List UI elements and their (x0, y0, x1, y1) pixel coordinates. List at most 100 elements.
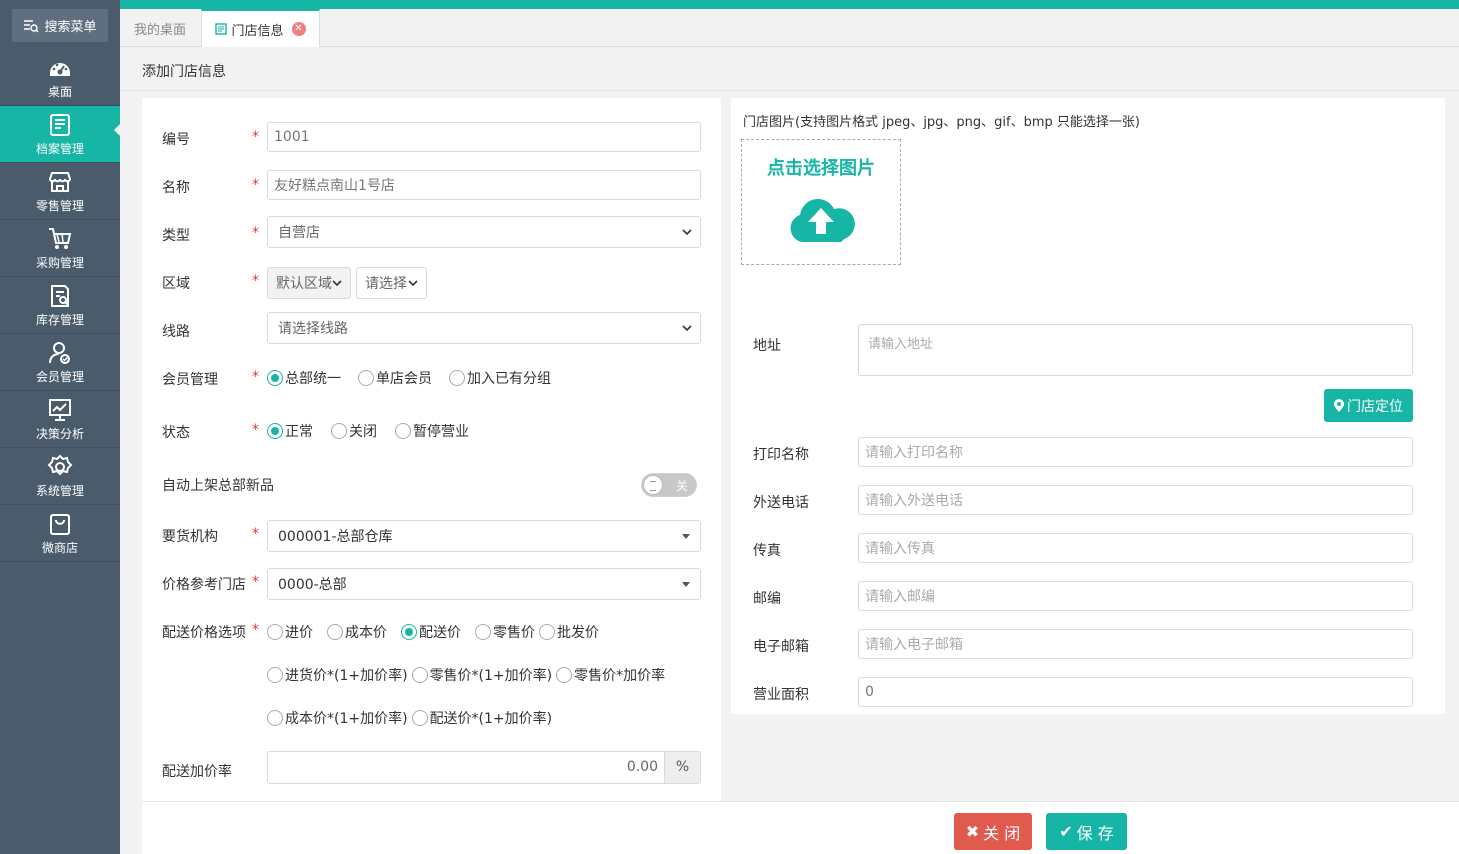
status-option-normal[interactable]: 正常 (267, 421, 313, 441)
postcode-label: 邮编 (753, 591, 781, 607)
sidebar-item-label: 决策分析 (35, 427, 84, 441)
postcode-input[interactable]: 请输入邮编 (858, 581, 1413, 611)
required-mark: * (252, 129, 259, 145)
supply-org-select[interactable]: 000001-总部仓库 (267, 520, 701, 552)
price-option-wholesale[interactable]: 批发价 (539, 622, 599, 642)
sidebar-item-inventory[interactable]: 库存管理 (0, 277, 120, 334)
fax-input[interactable]: 请输入传真 (858, 533, 1413, 563)
close-button[interactable]: ✖ 关 闭 (954, 813, 1032, 850)
auto-list-label: 自动上架总部新品 (162, 478, 274, 494)
cart-icon (49, 228, 72, 249)
required-mark: * (252, 369, 259, 385)
tab-store-info[interactable]: 门店信息 ✕ (201, 9, 320, 47)
required-mark: * (252, 273, 259, 289)
price-option-cost-in[interactable]: 进价 (267, 622, 313, 642)
price-option-costprice-markup[interactable]: 成本价*(1+加价率) (267, 708, 408, 728)
name-input[interactable]: 友好糕点南山1号店 (267, 170, 701, 200)
sidebar-item-purchase[interactable]: 采购管理 (0, 220, 120, 277)
image-upload-area[interactable]: 点击选择图片 (741, 139, 901, 265)
route-label: 线路 (162, 324, 190, 340)
markup-unit: % (664, 752, 700, 783)
tab-close-icon[interactable]: ✕ (291, 22, 306, 36)
price-ref-select[interactable]: 0000-总部 (267, 568, 701, 600)
caret-down-icon (682, 534, 690, 543)
email-input[interactable]: 请输入电子邮箱 (858, 629, 1413, 659)
status-option-paused[interactable]: 暂停营业 (395, 421, 469, 441)
inventory-icon (51, 285, 69, 307)
price-option-retail-markup[interactable]: 零售价*(1+加价率) (411, 665, 552, 685)
close-icon: ✖ (965, 822, 980, 841)
price-option-retail[interactable]: 零售价 (475, 622, 535, 642)
footer-bar: ✖ 关 闭 ✔ 保 存 (142, 801, 1459, 854)
address-textarea[interactable]: 请输入地址 (858, 324, 1413, 376)
sidebar-item-desktop[interactable]: 桌面 (0, 49, 120, 106)
price-options-row3: 成本价*(1+加价率) 配送价*(1+加价率) (267, 708, 556, 728)
sidebar-item-label: 会员管理 (35, 370, 84, 384)
top-accent-bar (120, 0, 1459, 9)
gear-icon (47, 454, 73, 476)
print-name-input[interactable]: 请输入打印名称 (858, 437, 1413, 467)
locate-store-button[interactable]: 门店定位 (1324, 389, 1413, 422)
status-option-closed[interactable]: 关闭 (331, 421, 377, 441)
form-left-panel: 编号 * 1001 名称 * 友好糕点南山1号店 类型 * 自营店 区域 * 默… (142, 98, 721, 801)
code-input[interactable]: 1001 (267, 122, 701, 152)
tab-bar: 我的桌面 门店信息 ✕ (120, 9, 1459, 47)
chevron-down-icon (682, 325, 692, 332)
fax-label: 传真 (753, 543, 781, 559)
search-menu-icon (24, 19, 39, 32)
code-label: 编号 (162, 132, 190, 148)
member-option-single[interactable]: 单店会员 (358, 368, 432, 388)
supply-org-label: 要货机构 (162, 529, 218, 545)
search-menu-label: 搜索菜单 (44, 20, 97, 35)
price-option-delivery-markup[interactable]: 配送价*(1+加价率) (411, 708, 552, 728)
sidebar-item-wechat-store[interactable]: 微商店 (0, 505, 120, 562)
status-radio-group: 正常 关闭 暂停营业 (267, 421, 473, 441)
route-select[interactable]: 请选择线路 (267, 312, 701, 344)
search-menu-button[interactable]: 搜索菜单 (12, 9, 108, 42)
sidebar-item-archive[interactable]: 档案管理 (0, 106, 120, 163)
required-mark: * (252, 177, 259, 193)
member-option-unified[interactable]: 总部统一 (267, 368, 341, 388)
auto-list-toggle[interactable]: 关 (641, 473, 697, 497)
tab-my-desktop[interactable]: 我的桌面 (120, 9, 200, 47)
area-input[interactable]: 0 (858, 677, 1413, 707)
subregion-select[interactable]: 请选择 (356, 267, 427, 299)
price-option-cost[interactable]: 成本价 (327, 622, 387, 642)
save-label: 保 存 (1076, 823, 1114, 843)
page-title: 添加门店信息 (142, 64, 226, 80)
price-option-cost-markup[interactable]: 进货价*(1+加价率) (267, 665, 408, 685)
required-mark: * (252, 422, 259, 438)
area-label: 营业面积 (753, 687, 809, 703)
cloud-upload-icon (790, 199, 855, 242)
markup-input[interactable]: 0.00 (268, 752, 664, 783)
sidebar-item-label: 系统管理 (35, 484, 84, 498)
document-icon (215, 23, 228, 35)
sidebar-item-label: 库存管理 (35, 313, 84, 327)
price-option-delivery[interactable]: 配送价 (401, 622, 461, 642)
sidebar-item-label: 微商店 (41, 541, 78, 555)
region-select[interactable]: 默认区域 (267, 267, 351, 299)
price-ref-value: 0000-总部 (278, 577, 347, 593)
chevron-down-icon (682, 229, 692, 236)
required-mark: * (252, 622, 259, 638)
sidebar-item-member[interactable]: 会员管理 (0, 334, 120, 391)
archive-icon (50, 114, 70, 136)
sidebar-item-label: 零售管理 (35, 199, 84, 213)
markup-input-group: 0.00 % (267, 751, 701, 784)
type-select[interactable]: 自营店 (267, 216, 701, 248)
required-mark: * (252, 225, 259, 241)
sidebar-item-analysis[interactable]: 决策分析 (0, 391, 120, 448)
required-mark: * (252, 526, 259, 542)
sidebar-item-retail[interactable]: 零售管理 (0, 163, 120, 220)
save-button[interactable]: ✔ 保 存 (1046, 813, 1127, 850)
member-option-group[interactable]: 加入已有分组 (449, 368, 551, 388)
price-options-row2: 进货价*(1+加价率) 零售价*(1+加价率) 零售价*加价率 (267, 665, 669, 685)
price-option-retail-rate[interactable]: 零售价*加价率 (556, 665, 665, 685)
delivery-phone-label: 外送电话 (753, 495, 809, 511)
locate-label: 门店定位 (1347, 398, 1403, 415)
store-icon (49, 172, 71, 192)
dashboard-icon (50, 63, 70, 76)
delivery-phone-input[interactable]: 请输入外送电话 (858, 485, 1413, 515)
sidebar-item-system[interactable]: 系统管理 (0, 448, 120, 505)
sidebar-item-label: 桌面 (47, 85, 72, 99)
